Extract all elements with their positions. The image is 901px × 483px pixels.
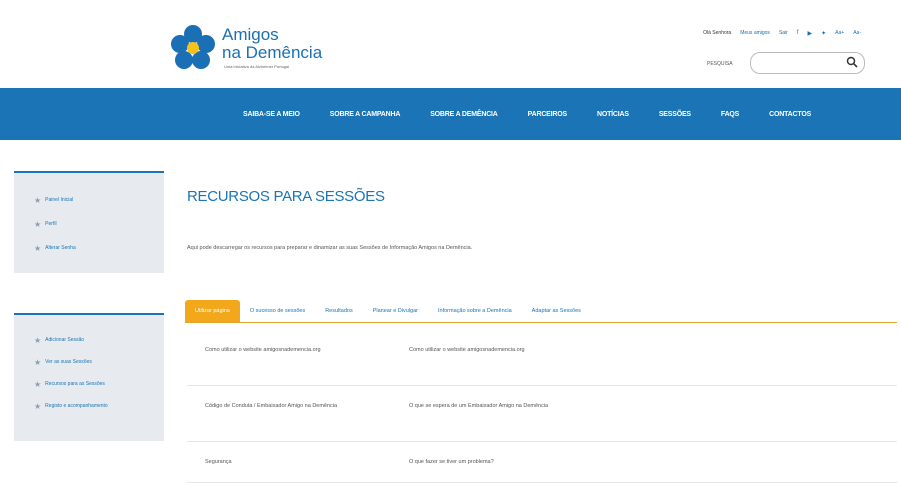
- star-icon: ★: [34, 195, 42, 205]
- resource-tabs: Utilizar página O sucesso de sessões Res…: [185, 298, 897, 323]
- intro-text: Aqui pode descarregar os recursos para p…: [187, 245, 473, 251]
- sessions-sidebar-menu: ★ Adicionar Sessão ★ Ver as suas Sessões…: [14, 313, 164, 441]
- sidebar-item-label: Adicionar Sessão: [45, 337, 85, 343]
- nav-item-sessoes[interactable]: SESSÕES: [659, 111, 691, 118]
- sidebar-item-registration[interactable]: ★ Registo e acompanhamento: [34, 397, 164, 415]
- resources-table: Como utilizar o website amigosnademencia…: [187, 330, 897, 483]
- sidebar-item-profile[interactable]: ★ Perfil: [34, 216, 164, 232]
- table-row: Como utilizar o website amigosnademencia…: [187, 330, 897, 386]
- nav-item-noticias[interactable]: NOTÍCIAS: [597, 111, 629, 118]
- sidebar-item-add-session[interactable]: ★ Adicionar Sessão: [34, 331, 164, 349]
- sidebar-item-label: Registo e acompanhamento: [45, 403, 108, 409]
- logo-title-line2: na Demência: [222, 43, 323, 62]
- site-logo[interactable]: Amigos na Demência Uma iniciativa da Alz…: [170, 24, 370, 74]
- search-label: PESQUISA: [707, 61, 733, 67]
- logout-link[interactable]: Sair: [779, 30, 788, 36]
- tab-sucesso[interactable]: O sucesso de sessões: [240, 300, 315, 322]
- tab-resultados[interactable]: Resultados: [315, 300, 363, 322]
- sidebar-item-change-password[interactable]: ★ Alterar Senha: [34, 240, 164, 256]
- nav-item-contactos[interactable]: CONTACTOS: [769, 111, 811, 118]
- youtube-icon[interactable]: ▶: [808, 30, 813, 37]
- table-row: Segurança O que fazer se tiver um proble…: [187, 442, 897, 483]
- nav-item-faqs[interactable]: FAQS: [721, 111, 739, 118]
- my-friends-link[interactable]: Meus amigos: [740, 30, 770, 36]
- nav-item-saiba[interactable]: SAIBA-SE A MEIO: [243, 111, 300, 118]
- nav-item-campanha[interactable]: SOBRE A CAMPANHA: [330, 111, 401, 118]
- facebook-icon[interactable]: f: [797, 30, 799, 36]
- top-links: Olá Senhora Meus amigos Sair f ▶ ✦ Aa+ A…: [703, 27, 861, 39]
- sidebar-item-label: Painel Inicial: [45, 197, 74, 203]
- search-icon[interactable]: [846, 56, 858, 68]
- nav-item-parceiros[interactable]: PARCEIROS: [528, 111, 568, 118]
- star-icon: ★: [34, 401, 42, 411]
- resource-description[interactable]: Como utilizar o website amigosnademencia…: [409, 344, 525, 356]
- greeting-link[interactable]: Olá Senhora: [703, 30, 731, 36]
- nav-item-demencia[interactable]: SOBRE A DEMÊNCIA: [430, 111, 498, 118]
- sidebar-item-label: Perfil: [45, 221, 57, 227]
- resource-topic[interactable]: Como utilizar o website amigosnademencia…: [205, 344, 343, 356]
- resource-description[interactable]: O que se espera de um Embaixador Amigo n…: [409, 400, 548, 412]
- star-icon: ★: [34, 379, 42, 389]
- font-decrease-button[interactable]: Aa-: [853, 30, 861, 36]
- twitter-icon[interactable]: ✦: [821, 30, 826, 37]
- page-title: RECURSOS PARA SESSÕES: [187, 188, 385, 205]
- resource-topic[interactable]: Código de Conduta / Embaixador Amigo na …: [205, 400, 343, 412]
- logo-title-line1: Amigos: [222, 25, 279, 44]
- tab-utilizar[interactable]: Utilizar página: [185, 300, 240, 322]
- logo-tagline: Uma iniciativa da Alzheimer Portugal: [224, 64, 290, 69]
- search-input[interactable]: [750, 52, 865, 74]
- font-increase-button[interactable]: Aa+: [835, 30, 844, 36]
- sidebar-item-label: Alterar Senha: [45, 245, 76, 251]
- profile-sidebar-menu: ★ Painel Inicial ★ Perfil ★ Alterar Senh…: [14, 171, 164, 273]
- star-icon: ★: [34, 357, 42, 367]
- star-icon: ★: [34, 335, 42, 345]
- star-icon: ★: [34, 219, 42, 229]
- sidebar-item-label: Recursos para as Sessões: [45, 381, 105, 387]
- sidebar-item-dashboard[interactable]: ★ Painel Inicial: [34, 192, 164, 208]
- table-row: Código de Conduta / Embaixador Amigo na …: [187, 386, 897, 442]
- tab-informacao[interactable]: Informação sobre a Demência: [428, 300, 522, 322]
- site-header: Amigos na Demência Uma iniciativa da Alz…: [0, 0, 901, 88]
- tab-adaptar[interactable]: Adaptar as Sessões: [522, 300, 591, 322]
- sidebar-item-label: Ver as suas Sessões: [45, 359, 92, 365]
- star-icon: ★: [34, 243, 42, 253]
- sidebar-item-session-resources[interactable]: ★ Recursos para as Sessões: [34, 375, 164, 393]
- resource-description[interactable]: O que fazer se tiver um problema?: [409, 456, 494, 468]
- main-nav: SAIBA-SE A MEIO SOBRE A CAMPANHA SOBRE A…: [0, 88, 901, 140]
- resource-topic[interactable]: Segurança: [205, 456, 343, 468]
- tab-planear[interactable]: Planear e Divulgar: [363, 300, 428, 322]
- forget-me-not-flower-icon: [171, 25, 215, 69]
- sidebar-item-view-sessions[interactable]: ★ Ver as suas Sessões: [34, 353, 164, 371]
